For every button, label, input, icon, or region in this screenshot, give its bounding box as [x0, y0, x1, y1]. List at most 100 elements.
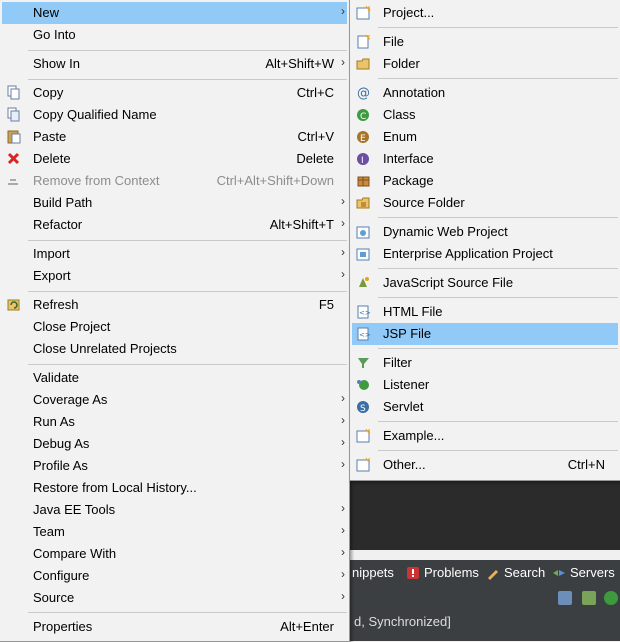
interface-icon: I: [357, 153, 369, 166]
submenu-item-interface[interactable]: I Interface: [352, 148, 618, 170]
chevron-right-icon: ›: [341, 567, 345, 581]
separator: [378, 348, 618, 349]
menu-item-run-as[interactable]: Run As ›: [2, 411, 347, 433]
jsp-file-icon: <>: [357, 327, 371, 341]
source-folder-icon: [356, 197, 370, 209]
new-submenu: Project... File Folder @ Annotation C Cl…: [349, 0, 620, 481]
menu-item-remove-from-context: Remove from Context Ctrl+Alt+Shift+Down: [2, 170, 347, 192]
submenu-item-javascript-source-file[interactable]: JavaScript Source File: [352, 272, 618, 294]
separator: [28, 364, 347, 365]
chevron-right-icon: ›: [341, 391, 345, 405]
menu-item-refactor[interactable]: Refactor Alt+Shift+T ›: [2, 214, 347, 236]
start-server-icon[interactable]: [604, 591, 618, 605]
menu-item-configure[interactable]: Configure ›: [2, 565, 347, 587]
chevron-right-icon: ›: [341, 55, 345, 69]
menu-item-delete[interactable]: Delete Delete: [2, 148, 347, 170]
new-folder-icon: [356, 58, 370, 70]
menu-item-refresh[interactable]: Refresh F5: [2, 294, 347, 316]
menu-item-source[interactable]: Source ›: [2, 587, 347, 609]
menu-item-restore-from-local-history[interactable]: Restore from Local History...: [2, 477, 347, 499]
submenu-item-folder[interactable]: Folder: [352, 53, 618, 75]
debug-server-icon[interactable]: [582, 591, 596, 605]
submenu-item-example[interactable]: Example...: [352, 425, 618, 447]
menu-item-close-project[interactable]: Close Project: [2, 316, 347, 338]
enum-icon: E: [357, 131, 369, 144]
menu-item-java-ee-tools[interactable]: Java EE Tools ›: [2, 499, 347, 521]
tab-servers-label: Servers: [570, 565, 615, 580]
chevron-right-icon: ›: [341, 545, 345, 559]
web-project-icon: [356, 226, 370, 239]
menu-item-export[interactable]: Export ›: [2, 265, 347, 287]
svg-text:<>: <>: [359, 331, 371, 339]
submenu-item-source-folder[interactable]: Source Folder: [352, 192, 618, 214]
menu-item-coverage-as[interactable]: Coverage As ›: [2, 389, 347, 411]
menu-item-go-into[interactable]: Go Into: [2, 24, 347, 46]
menu-item-close-unrelated-projects[interactable]: Close Unrelated Projects: [2, 338, 347, 360]
bottom-view-tabbar: nippets Problems Search Servers: [340, 560, 620, 588]
menu-item-profile-as[interactable]: Profile As ›: [2, 455, 347, 477]
menu-item-debug-as[interactable]: Debug As ›: [2, 433, 347, 455]
ear-project-icon: [356, 248, 370, 261]
tab-problems[interactable]: Problems: [406, 565, 479, 580]
separator: [28, 50, 347, 51]
submenu-item-enterprise-application-project[interactable]: Enterprise Application Project: [352, 243, 618, 265]
menu-item-build-path[interactable]: Build Path ›: [2, 192, 347, 214]
annotation-icon: @: [357, 86, 370, 100]
menu-item-paste[interactable]: Paste Ctrl+V: [2, 126, 347, 148]
problems-icon: [407, 566, 419, 579]
tab-snippets-label: nippets: [352, 565, 394, 580]
submenu-item-annotation[interactable]: @ Annotation: [352, 82, 618, 104]
menu-item-team[interactable]: Team ›: [2, 521, 347, 543]
example-icon: [356, 428, 371, 443]
submenu-item-filter[interactable]: Filter: [352, 352, 618, 374]
other-icon: [356, 457, 371, 472]
tab-search[interactable]: Search: [486, 565, 545, 580]
svg-text:<>: <>: [359, 309, 371, 317]
javascript-file-icon: [359, 277, 369, 287]
menu-item-new[interactable]: New ›: [2, 2, 347, 24]
menu-item-compare-with[interactable]: Compare With ›: [2, 543, 347, 565]
chevron-right-icon: ›: [341, 501, 345, 515]
svg-text:E: E: [360, 134, 366, 144]
menu-item-import[interactable]: Import ›: [2, 243, 347, 265]
tab-servers[interactable]: Servers: [552, 565, 615, 580]
submenu-item-jsp-file[interactable]: <> JSP File: [352, 323, 618, 345]
submenu-item-html-file[interactable]: <> HTML File: [352, 301, 618, 323]
submenu-item-servlet[interactable]: S Servlet: [352, 396, 618, 418]
menu-item-validate[interactable]: Validate: [2, 367, 347, 389]
html-file-icon: <>: [357, 305, 371, 319]
submenu-item-file[interactable]: File: [352, 31, 618, 53]
separator: [28, 612, 347, 613]
collapse-icon[interactable]: [558, 591, 572, 605]
chevron-right-icon: ›: [341, 457, 345, 471]
copy-icon: [7, 85, 20, 100]
submenu-item-listener[interactable]: Listener: [352, 374, 618, 396]
new-file-icon: [357, 34, 371, 49]
submenu-item-package[interactable]: Package: [352, 170, 618, 192]
package-icon: [357, 176, 370, 187]
menu-item-properties[interactable]: Properties Alt+Enter: [2, 616, 347, 638]
separator: [28, 240, 347, 241]
search-icon: [488, 569, 498, 580]
listener-icon: [357, 380, 369, 390]
menu-item-copy-qualified-name[interactable]: Copy Qualified Name: [2, 104, 347, 126]
new-project-icon: [356, 5, 371, 20]
chevron-right-icon: ›: [341, 589, 345, 603]
context-menu: New › Go Into Show In Alt+Shift+W › Copy…: [0, 0, 350, 642]
refresh-icon: [7, 299, 20, 311]
separator: [378, 27, 618, 28]
submenu-item-class[interactable]: C Class: [352, 104, 618, 126]
filter-icon: [358, 358, 369, 368]
delete-icon: [7, 152, 20, 165]
paste-icon: [7, 130, 21, 144]
tab-snippets[interactable]: nippets: [352, 565, 394, 580]
submenu-item-enum[interactable]: E Enum: [352, 126, 618, 148]
menu-item-copy[interactable]: Copy Ctrl+C: [2, 82, 347, 104]
class-icon: C: [357, 109, 369, 122]
submenu-item-other[interactable]: Other... Ctrl+N: [352, 454, 618, 476]
separator: [28, 79, 347, 80]
submenu-item-project[interactable]: Project...: [352, 2, 618, 24]
separator: [28, 291, 347, 292]
menu-item-show-in[interactable]: Show In Alt+Shift+W ›: [2, 53, 347, 75]
submenu-item-dynamic-web-project[interactable]: Dynamic Web Project: [352, 221, 618, 243]
